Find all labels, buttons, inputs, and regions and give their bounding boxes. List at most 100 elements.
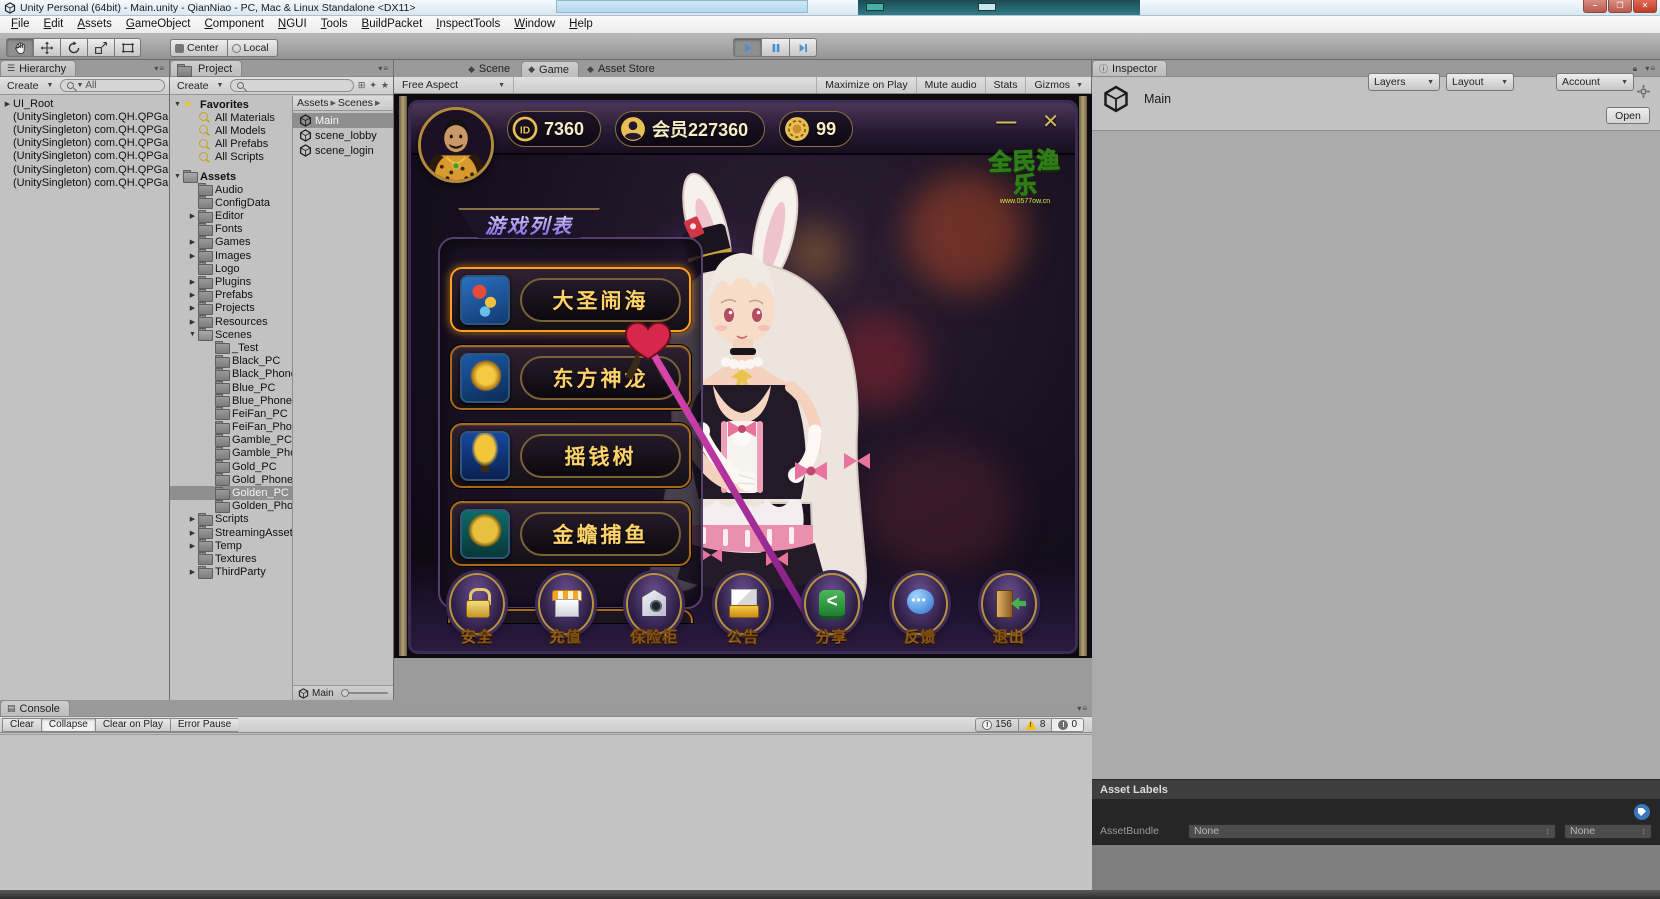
search-by-type-icon[interactable]: ⊞: [358, 80, 366, 91]
console-toolbar-button[interactable]: Error Pause: [170, 718, 238, 732]
minimize-window-button[interactable]: –: [1583, 0, 1607, 13]
project-tree-item[interactable]: Gold_PC: [170, 460, 292, 473]
hierarchy-item[interactable]: (UnitySingleton) com.QH.QPGam: [0, 123, 169, 136]
scene-file-row[interactable]: Main: [293, 113, 393, 128]
menu-item[interactable]: Component: [197, 16, 270, 33]
menu-item[interactable]: File: [4, 16, 37, 33]
open-button[interactable]: Open: [1606, 107, 1650, 124]
expand-arrow-icon[interactable]: [187, 278, 198, 286]
panel-menu-icon[interactable]: ▾≡: [1077, 704, 1088, 713]
project-tree-item[interactable]: Black_Phone: [170, 368, 292, 381]
scene-file-row[interactable]: scene_login: [293, 143, 393, 158]
menu-item[interactable]: Help: [562, 16, 600, 33]
expand-arrow-icon[interactable]: [187, 331, 198, 338]
zoom-slider[interactable]: [341, 692, 388, 694]
project-tree-item[interactable]: Gamble_Phone: [170, 447, 292, 460]
menu-item[interactable]: Window: [507, 16, 562, 33]
rect-tool-button[interactable]: [114, 38, 141, 57]
console-toolbar-button[interactable]: Clear on Play: [95, 718, 170, 732]
project-tree-item[interactable]: Blue_PC: [170, 381, 292, 394]
hierarchy-item[interactable]: UI_Root: [0, 97, 169, 110]
console-toolbar-button[interactable]: Collapse: [41, 718, 95, 732]
project-tree-item[interactable]: Scenes: [170, 328, 292, 341]
assetbundle-dropdown[interactable]: None↕: [1188, 824, 1556, 839]
expand-arrow-icon[interactable]: [187, 529, 198, 537]
info-count-toggle[interactable]: !156: [975, 718, 1018, 732]
expand-arrow-icon[interactable]: [187, 515, 198, 523]
project-tree-item[interactable]: FeiFan_PC: [170, 407, 292, 420]
game-toolbar-button[interactable]: Stats▼: [985, 77, 1026, 93]
hierarchy-search-input[interactable]: ▼All: [60, 79, 165, 92]
assetbundle-variant-dropdown[interactable]: None↕: [1564, 824, 1652, 839]
scale-tool-button[interactable]: [87, 38, 114, 57]
menu-item[interactable]: Tools: [314, 16, 355, 33]
dock-button[interactable]: 反馈: [882, 573, 958, 647]
zoom-slider-knob[interactable]: [341, 689, 349, 697]
expand-arrow-icon[interactable]: [187, 212, 198, 220]
console-toolbar-button[interactable]: Clear: [2, 718, 41, 732]
project-tree-item[interactable]: All Materials: [170, 111, 292, 124]
project-tree-item[interactable]: ConfigData: [170, 196, 292, 209]
expand-arrow-icon[interactable]: [187, 291, 198, 299]
dock-button[interactable]: 安全: [439, 573, 515, 647]
search-by-label-icon[interactable]: ✦: [369, 80, 377, 91]
player-avatar[interactable]: [418, 107, 494, 183]
menu-item[interactable]: Assets: [70, 16, 119, 33]
expand-arrow-icon[interactable]: [187, 252, 198, 260]
pause-button[interactable]: [761, 38, 789, 57]
view-tab[interactable]: ◆Asset Store: [581, 61, 664, 77]
space-toggle-button[interactable]: Local: [227, 39, 278, 57]
restore-window-button[interactable]: ❐: [1608, 0, 1632, 13]
lobby-close-icon[interactable]: ✕: [1042, 111, 1059, 133]
expand-arrow-icon[interactable]: [187, 238, 198, 246]
expand-arrow-icon[interactable]: [187, 568, 198, 576]
account-dropdown[interactable]: Account▼: [1556, 73, 1634, 91]
dock-button[interactable]: 充值: [528, 573, 604, 647]
project-tree-item[interactable]: Gamble_PC: [170, 434, 292, 447]
menu-item[interactable]: Edit: [37, 16, 71, 33]
tab-console[interactable]: ▤Console: [0, 700, 70, 716]
project-tree-item[interactable]: Projects: [170, 302, 292, 315]
project-tree-item[interactable]: Fonts: [170, 223, 292, 236]
expand-arrow-icon[interactable]: [187, 318, 198, 326]
aspect-dropdown[interactable]: Free Aspect▼: [394, 77, 514, 93]
view-tab[interactable]: ◆Game: [521, 61, 579, 77]
layers-dropdown[interactable]: Layers▼: [1368, 73, 1440, 91]
project-tree-item[interactable]: Gold_Phone: [170, 473, 292, 486]
favorite-star-icon[interactable]: ★: [381, 80, 389, 91]
error-count-toggle[interactable]: !0: [1051, 718, 1084, 732]
breadcrumb-item[interactable]: Assets▶: [297, 97, 336, 109]
expand-arrow-icon[interactable]: [172, 101, 183, 108]
console-log-area[interactable]: [0, 734, 1092, 890]
scene-file-row[interactable]: scene_lobby: [293, 128, 393, 143]
project-tree-item[interactable]: Scripts: [170, 513, 292, 526]
expand-arrow-icon[interactable]: [187, 542, 198, 550]
project-tree-item[interactable]: Editor: [170, 210, 292, 223]
panel-menu-icon[interactable]: ▾≡: [154, 64, 165, 73]
create-dropdown[interactable]: Create▼: [174, 80, 226, 92]
project-tree-item[interactable]: Favorites: [170, 98, 292, 111]
expand-arrow-icon[interactable]: [2, 100, 13, 108]
project-tree-item[interactable]: _Test: [170, 341, 292, 354]
game-toolbar-button[interactable]: Maximize on Play▼: [816, 77, 915, 93]
dock-button[interactable]: 退出: [971, 573, 1047, 647]
project-tree-item[interactable]: Images: [170, 249, 292, 262]
view-tab[interactable]: ◆Scene: [462, 61, 519, 77]
lobby-minimize-icon[interactable]: —: [996, 111, 1016, 133]
project-tree-item[interactable]: Resources: [170, 315, 292, 328]
tab-inspector[interactable]: ⓘInspector: [1092, 60, 1167, 76]
create-dropdown[interactable]: Create▼: [4, 80, 56, 92]
warning-count-toggle[interactable]: 8: [1018, 718, 1052, 732]
dock-button[interactable]: 公告: [705, 573, 781, 647]
project-tree-item[interactable]: Logo: [170, 262, 292, 275]
panel-menu-icon[interactable]: ▾≡: [1645, 64, 1656, 73]
hierarchy-item[interactable]: (UnitySingleton) com.QH.QPGam: [0, 137, 169, 150]
hierarchy-item[interactable]: (UnitySingleton) com.QH.QPGam: [0, 110, 169, 123]
project-tree-item[interactable]: All Prefabs: [170, 138, 292, 151]
game-toolbar-button[interactable]: Mute audio▼: [916, 77, 985, 93]
project-search-input[interactable]: [230, 79, 353, 92]
hand-tool-button[interactable]: [6, 38, 33, 57]
hierarchy-item[interactable]: (UnitySingleton) com.QH.QPGam: [0, 163, 169, 176]
pivot-toggle-button[interactable]: Center: [170, 39, 227, 57]
project-tree-item[interactable]: Golden_Phone: [170, 500, 292, 513]
